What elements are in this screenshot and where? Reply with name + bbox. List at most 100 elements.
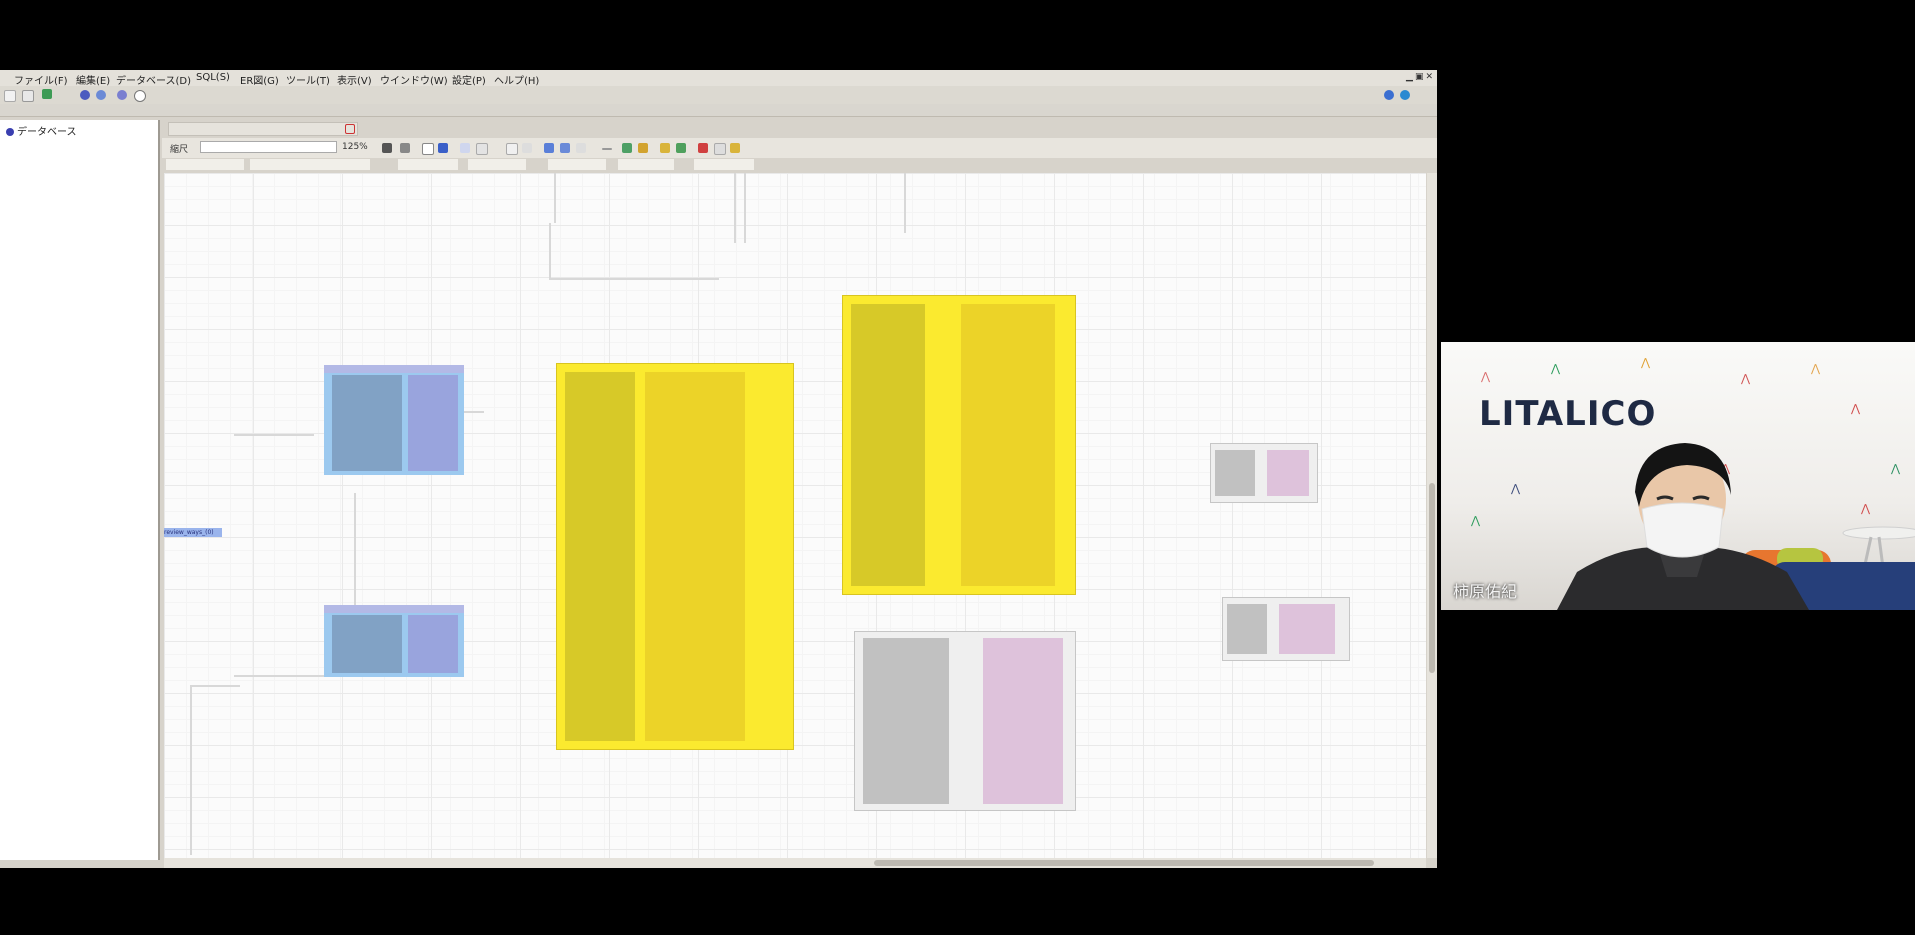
entity-types <box>983 638 1063 804</box>
entity-columns <box>332 615 402 673</box>
new-file-icon[interactable] <box>4 90 16 102</box>
database-node-icon <box>6 128 14 136</box>
menu-tools[interactable]: ツール(T) <box>286 72 330 87</box>
er-diagram-app-window: ファイル(F) 編集(E) データベース(D) SQL(S) ER図(G) ツー… <box>0 70 1437 868</box>
menu-edit[interactable]: 編集(E) <box>76 72 110 87</box>
select-tool-icon[interactable] <box>422 143 434 155</box>
diagram-tab[interactable] <box>166 159 244 170</box>
relation-line <box>744 173 746 243</box>
wall-pattern-icon: ⋀ <box>1851 402 1861 415</box>
wall-pattern-icon: ⋀ <box>1741 372 1751 385</box>
open-file-icon[interactable] <box>22 90 34 102</box>
window-controls[interactable]: ▁▣✕ <box>1406 72 1435 82</box>
menu-window[interactable]: ウインドウ(W) <box>380 72 448 87</box>
menu-database[interactable]: データベース(D) <box>116 72 191 87</box>
diagram-tab[interactable] <box>618 159 674 170</box>
menu-help[interactable]: ヘルプ(H) <box>494 72 539 87</box>
entity-table[interactable] <box>1210 443 1318 503</box>
relation-line <box>554 173 556 223</box>
menu-bar: ファイル(F) 編集(E) データベース(D) SQL(S) ER図(G) ツー… <box>0 70 1437 87</box>
tree-node-label: データベース <box>17 127 77 138</box>
wall-pattern-icon: ⋀ <box>1481 370 1491 383</box>
add-relation-icon[interactable] <box>544 143 554 153</box>
save-icon[interactable] <box>382 143 392 153</box>
diagram-tab[interactable] <box>398 159 458 170</box>
horizontal-scrollbar[interactable] <box>164 858 1426 868</box>
participant-name: 柿原佑紀 <box>1453 582 1518 601</box>
refresh-icon[interactable] <box>117 90 127 100</box>
info-icon[interactable] <box>134 90 146 102</box>
pointer-tool-icon[interactable] <box>438 143 448 153</box>
entity-types <box>961 304 1055 586</box>
copy-icon[interactable] <box>714 143 726 155</box>
menu-settings[interactable]: 設定(P) <box>452 72 486 87</box>
editor-tab[interactable] <box>168 122 358 136</box>
close-tab-icon[interactable] <box>345 124 355 134</box>
relation-line <box>234 434 314 436</box>
zoom-slider[interactable] <box>200 141 337 153</box>
wall-pattern-icon: ⋀ <box>1811 362 1821 375</box>
add-table-icon[interactable] <box>506 143 518 155</box>
grid-tool-icon[interactable] <box>476 143 488 155</box>
layout-icon[interactable] <box>660 143 670 153</box>
panel-header-bar <box>0 104 1437 117</box>
tree-node-database[interactable]: データベース <box>6 123 77 138</box>
relation-line <box>549 278 719 280</box>
export-icon[interactable] <box>638 143 648 153</box>
wall-pattern-icon: ⋀ <box>1471 514 1481 527</box>
import-icon[interactable] <box>622 143 632 153</box>
entity-table-highlighted[interactable] <box>842 295 1076 595</box>
redo-icon[interactable] <box>676 143 686 153</box>
scroll-thumb[interactable] <box>874 860 1374 866</box>
diagram-tab[interactable] <box>468 159 526 170</box>
relation-line <box>549 223 551 278</box>
diagram-tab[interactable] <box>694 159 754 170</box>
add-image-icon[interactable] <box>576 143 586 153</box>
vertical-scrollbar[interactable] <box>1427 173 1437 858</box>
entity-table[interactable] <box>324 605 464 677</box>
brand-logo-text: LITALICO <box>1479 394 1657 434</box>
entity-types <box>1267 450 1309 496</box>
entity-columns <box>1215 450 1255 496</box>
schema-icon[interactable] <box>96 90 106 100</box>
entity-columns <box>1227 604 1267 654</box>
entity-columns <box>863 638 949 804</box>
menu-er-diagram[interactable]: ER図(G) <box>240 72 279 87</box>
paste-icon[interactable] <box>730 143 740 153</box>
connect-icon[interactable] <box>42 89 52 99</box>
entity-table[interactable] <box>1222 597 1350 661</box>
cut-icon[interactable] <box>698 143 708 153</box>
menu-sql[interactable]: SQL(S) <box>196 72 230 83</box>
entity-table-highlighted[interactable] <box>556 363 794 750</box>
entity-table[interactable] <box>854 631 1076 811</box>
help-icon[interactable] <box>1384 90 1394 100</box>
diagram-canvas[interactable]: review_ways_(0) <box>164 173 1426 858</box>
menu-file[interactable]: ファイル(F) <box>14 72 68 87</box>
entity-types <box>408 375 458 471</box>
database-icon[interactable] <box>80 90 90 100</box>
wall-pattern-icon: ⋀ <box>1641 356 1651 369</box>
webcam-video: ⋀ ⋀ ⋀ ⋀ ⋀ ⋀ ⋀ ⋀ ⋀ ⋀ ⋀ LITALICO 柿原佑紀 <box>1441 342 1915 610</box>
add-note-icon[interactable] <box>522 143 532 153</box>
web-icon[interactable] <box>1400 90 1410 100</box>
selected-entity-label[interactable]: review_ways_(0) <box>164 528 222 537</box>
scroll-thumb[interactable] <box>1429 483 1435 673</box>
line-tool-icon[interactable] <box>602 148 612 150</box>
entity-header <box>324 365 464 373</box>
entity-types <box>1279 604 1335 654</box>
menu-view[interactable]: 表示(V) <box>337 72 372 87</box>
entity-table[interactable] <box>324 365 464 475</box>
diagram-tab[interactable] <box>250 159 370 170</box>
wall-pattern-icon: ⋀ <box>1891 462 1901 475</box>
zoom-tool-icon[interactable] <box>460 143 470 153</box>
database-tree-panel: データベース <box>0 120 160 860</box>
diagram-tab[interactable] <box>548 159 606 170</box>
entity-columns <box>851 304 925 586</box>
print-icon[interactable] <box>400 143 410 153</box>
entity-columns <box>332 375 402 471</box>
entity-columns <box>565 372 635 741</box>
relation-line <box>904 173 906 233</box>
add-view-icon[interactable] <box>560 143 570 153</box>
relation-line <box>190 685 240 687</box>
wall-pattern-icon: ⋀ <box>1511 482 1521 495</box>
